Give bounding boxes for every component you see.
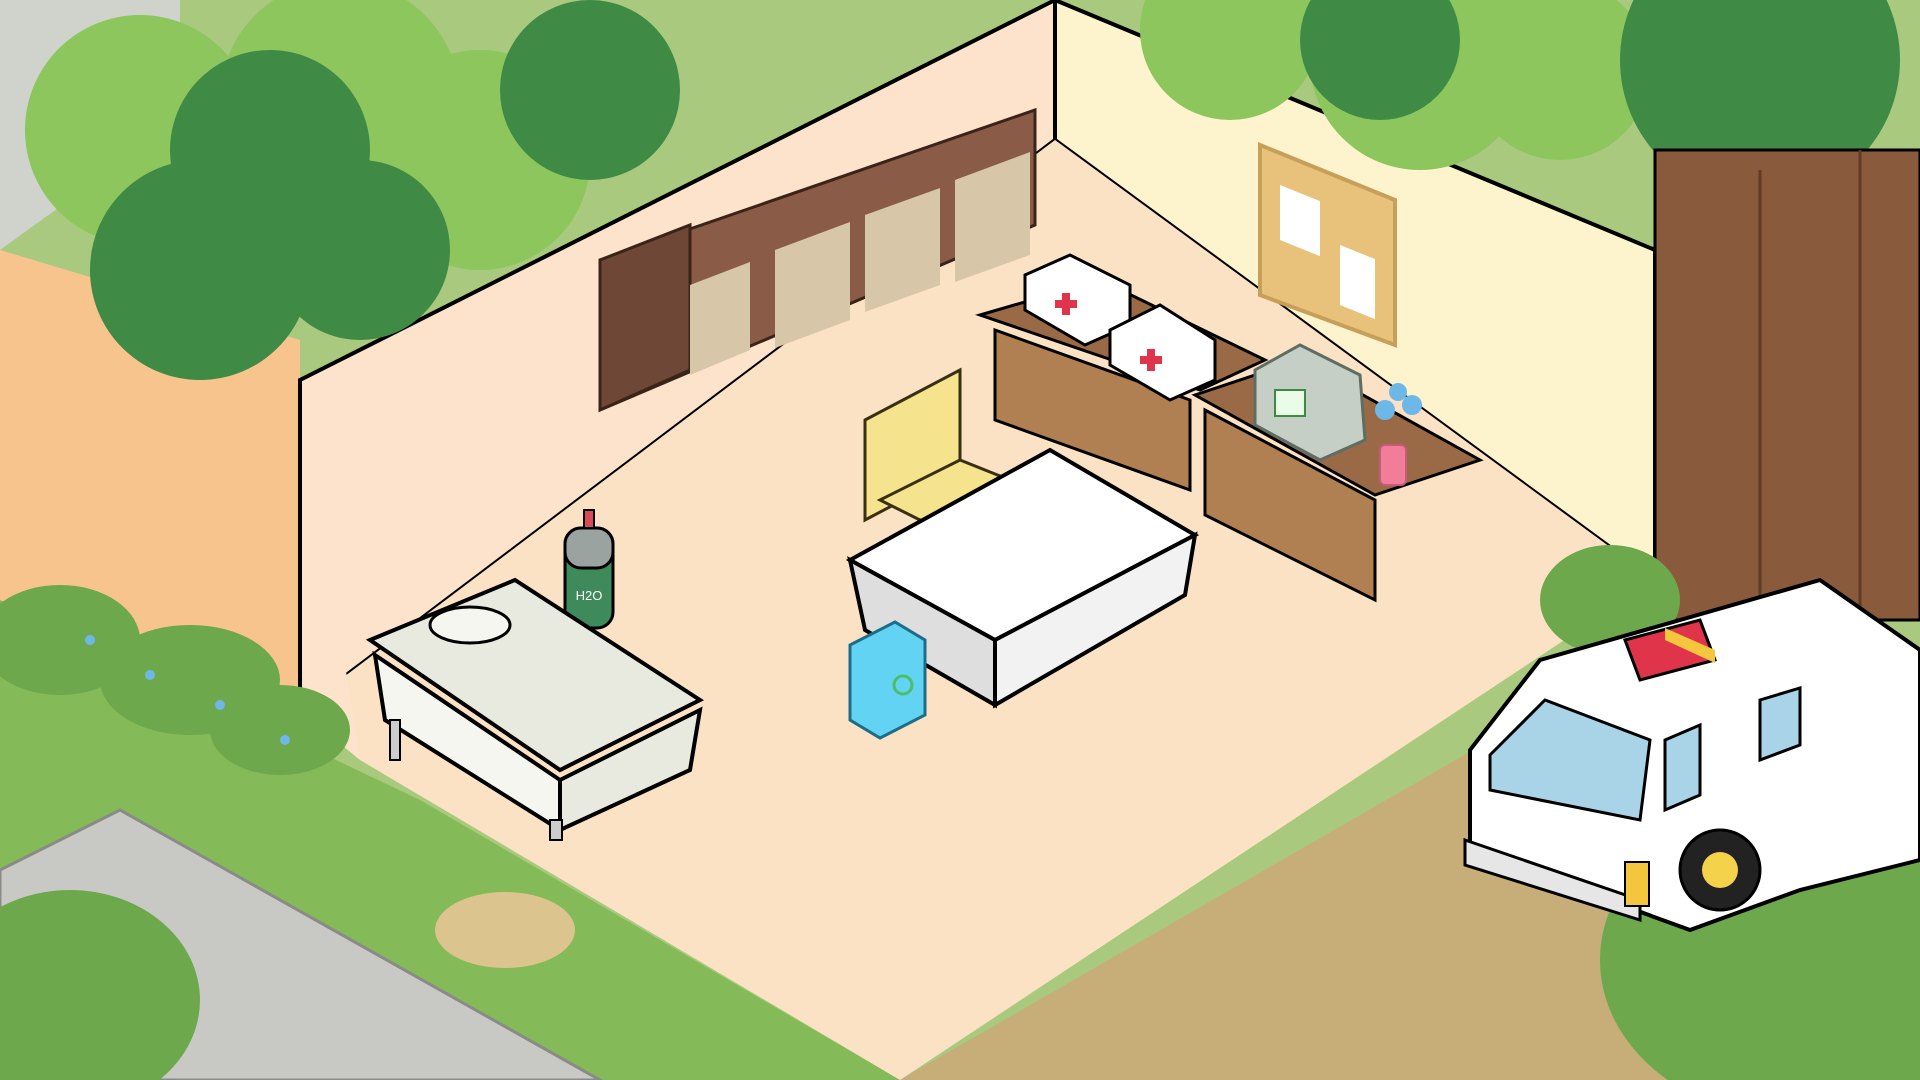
recycle-bin[interactable] <box>848 620 927 740</box>
dirt-patch <box>435 892 575 968</box>
tree-trunk <box>1653 148 1920 622</box>
oxygen-tank-label: H2O <box>576 588 603 603</box>
pillow <box>428 605 512 645</box>
game-scene: H2O <box>0 0 1920 1080</box>
